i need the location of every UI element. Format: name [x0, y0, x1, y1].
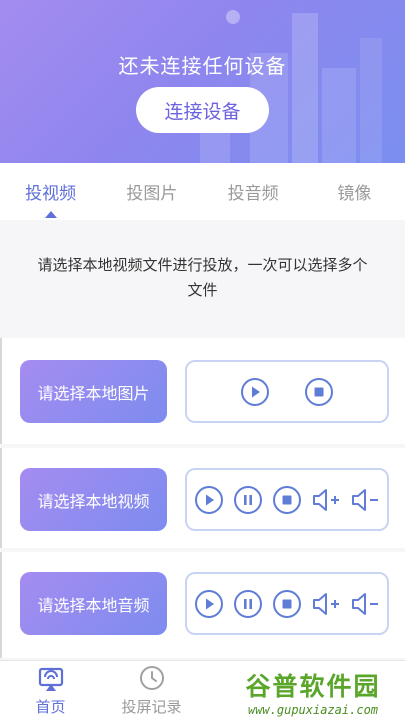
play-icon[interactable] — [194, 589, 224, 619]
select-local-image-button[interactable]: 请选择本地图片 — [20, 360, 167, 423]
tab-label: 投音频 — [227, 184, 279, 204]
tab-image[interactable]: 投图片 — [101, 163, 202, 220]
video-cast-row: 请选择本地视频 — [0, 448, 405, 548]
stop-icon[interactable] — [272, 485, 302, 515]
watermark-url: www.gupuxiazai.com — [247, 703, 379, 717]
nav-label: 首页 — [35, 697, 66, 716]
audio-cast-row: 请选择本地音频 — [0, 552, 405, 658]
instruction-text: 请选择本地视频文件进行投放，一次可以选择多个 文件 — [0, 228, 405, 328]
header-banner: 还未连接任何设备 连接设备 — [0, 0, 405, 163]
video-controls — [185, 468, 389, 531]
nav-label: 投屏记录 — [121, 697, 182, 716]
play-icon[interactable] — [194, 485, 224, 515]
stop-icon[interactable] — [272, 589, 302, 619]
audio-controls — [185, 572, 389, 635]
building-decoration — [322, 68, 356, 163]
pause-icon[interactable] — [233, 589, 263, 619]
tab-label: 投视频 — [25, 184, 77, 204]
volume-down-icon[interactable] — [350, 589, 380, 619]
tab-video[interactable]: 投视频 — [0, 163, 101, 220]
connection-status-title: 还未连接任何设备 — [118, 54, 287, 78]
tab-label: 投图片 — [126, 184, 178, 204]
watermark-text: 谷普软件园 — [245, 672, 381, 701]
image-cast-row: 请选择本地图片 — [0, 338, 405, 444]
cast-type-tabs: 投视频 投图片 投音频 镜像 — [0, 163, 405, 220]
nav-cast-history[interactable]: 投屏记录 — [101, 661, 202, 720]
select-local-audio-button[interactable]: 请选择本地音频 — [20, 572, 167, 635]
volume-up-icon[interactable] — [311, 485, 341, 515]
play-icon[interactable] — [240, 377, 270, 407]
volume-down-icon[interactable] — [350, 485, 380, 515]
stop-icon[interactable] — [304, 377, 334, 407]
active-tab-caret-icon — [44, 211, 57, 218]
instruction-line: 文件 — [187, 281, 218, 299]
pause-icon[interactable] — [233, 485, 263, 515]
tab-mirror[interactable]: 镜像 — [304, 163, 405, 220]
connect-device-button[interactable]: 连接设备 — [136, 87, 269, 133]
cast-icon — [38, 667, 63, 691]
clock-icon — [139, 665, 164, 690]
site-watermark: 谷普软件园 www.gupuxiazai.com — [221, 664, 405, 720]
select-local-video-button[interactable]: 请选择本地视频 — [20, 468, 167, 531]
planet-decoration — [226, 10, 240, 24]
image-controls — [185, 360, 389, 423]
nav-home[interactable]: 首页 — [0, 661, 101, 720]
volume-up-icon[interactable] — [311, 589, 341, 619]
instruction-line: 请选择本地视频文件进行投放，一次可以选择多个 — [37, 256, 368, 274]
tab-audio[interactable]: 投音频 — [203, 163, 304, 220]
building-decoration — [292, 13, 318, 163]
tab-label: 镜像 — [337, 184, 372, 204]
